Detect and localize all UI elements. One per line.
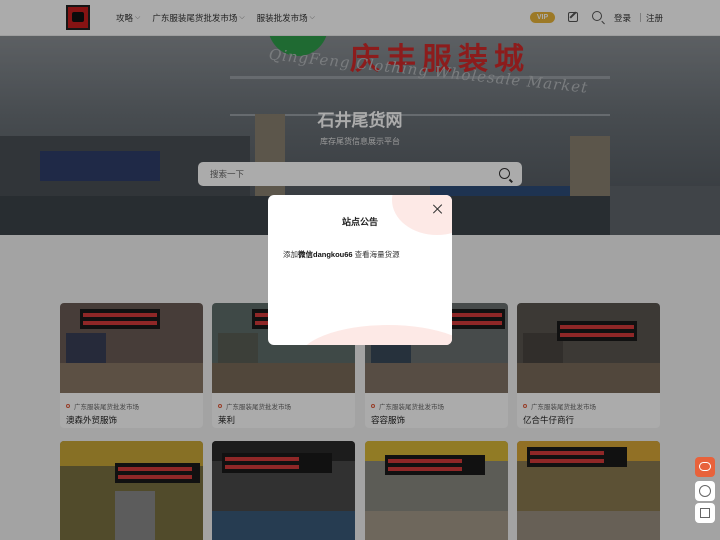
share-icon [700, 508, 710, 518]
wechat-id: 微信dangkou66 [298, 250, 353, 259]
headset-icon [699, 462, 711, 471]
wechat-button[interactable] [695, 481, 715, 501]
customer-service-button[interactable] [695, 457, 715, 477]
close-icon[interactable] [432, 203, 444, 215]
modal-decoration [298, 325, 452, 345]
announcement-modal: 站点公告 添加微信dangkou66 查看海量货源 [268, 195, 452, 345]
share-button[interactable] [695, 503, 715, 523]
modal-title: 站点公告 [341, 217, 378, 227]
wechat-icon [699, 485, 711, 497]
modal-message: 添加微信dangkou66 查看海量货源 [283, 250, 400, 259]
